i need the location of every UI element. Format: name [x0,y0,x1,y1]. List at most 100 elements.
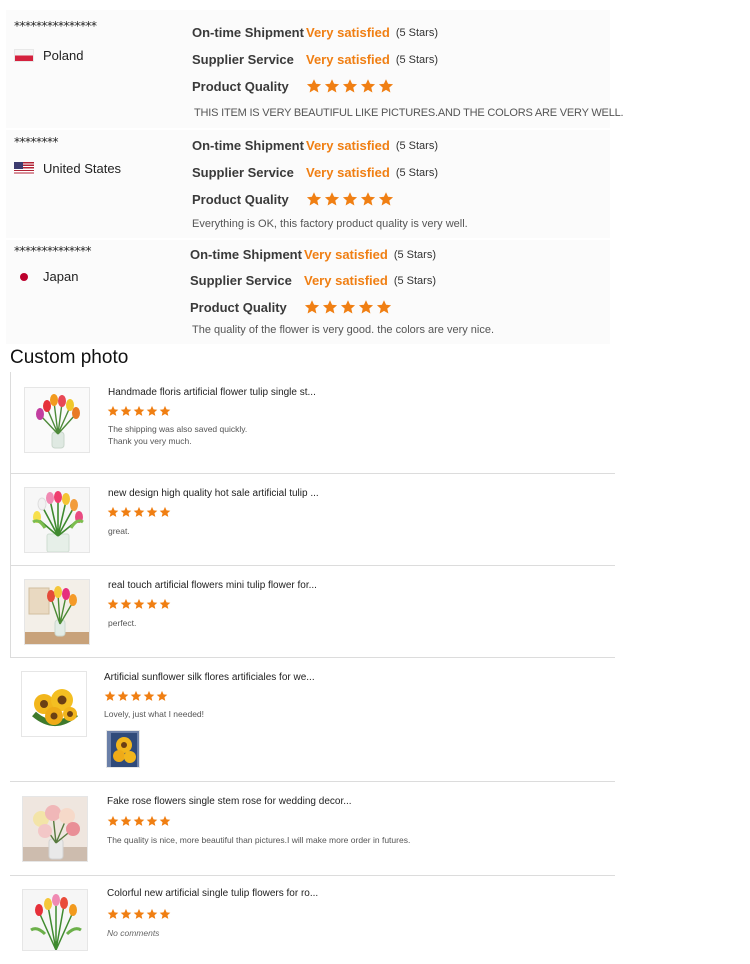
star-icon [378,78,394,94]
service-label: Supplier Service [190,273,292,288]
star-icon [117,690,129,702]
product-thumbnail[interactable] [24,487,90,553]
star-icon [133,815,145,827]
star-icon [107,506,119,518]
quality-rating-row: Product Quality [190,299,392,315]
reviewer-masked-name: ************** [14,244,92,258]
usa-flag-icon [14,162,34,175]
star-icon [120,815,132,827]
review-comment: Lovely, just what I needed! [104,709,205,719]
photo-review-item[interactable]: new design high quality hot sale artific… [10,474,615,566]
star-icon [342,78,358,94]
star-icon [146,598,158,610]
star-icon [130,690,142,702]
star-icon [133,506,145,518]
review-comment: Everything is OK, this factory product q… [192,218,468,230]
service-value: Very satisfied [306,52,390,67]
quality-rating-row: Product Quality [192,78,394,94]
star-icon [159,908,171,920]
star-icon [107,598,119,610]
shipment-value: Very satisfied [306,25,390,40]
review-card: *************** Poland On-time Shipment … [6,10,624,128]
star-icon [358,299,374,315]
review-comment: The quality of the flower is very good. … [192,324,495,336]
section-title: Custom photo [10,347,129,368]
review-stars [107,405,171,417]
service-rating-row: Supplier Service Very satisfied (5 Stars… [190,273,436,288]
shipment-rating-row: On-time Shipment Very satisfied (5 Stars… [192,138,438,153]
quality-stars [306,78,394,94]
star-icon [159,598,171,610]
photo-review-item[interactable]: Fake rose flowers single stem rose for w… [10,782,615,876]
product-title[interactable]: Fake rose flowers single stem rose for w… [107,796,352,807]
review-card: ******** United States On-time Shipment … [6,130,610,238]
shipment-note: (5 Stars) [393,248,437,261]
review-comment: THIS ITEM IS VERY BEAUTIFUL LIKE PICTURE… [194,107,624,119]
star-icon [146,405,158,417]
photo-review-item[interactable]: real touch artificial flowers mini tulip… [10,566,615,658]
product-title[interactable]: Handmade floris artificial flower tulip … [108,387,316,398]
photo-review-item[interactable]: Handmade floris artificial flower tulip … [10,372,615,474]
shipment-value: Very satisfied [306,138,390,153]
review-card: ************** Japan On-time Shipment Ve… [6,240,610,344]
star-icon [120,405,132,417]
photo-review-item[interactable]: Artificial sunflower silk flores artific… [10,658,615,782]
star-icon [360,191,376,207]
quality-stars [306,191,394,207]
service-value: Very satisfied [304,273,388,288]
quality-stars [304,299,392,315]
country-name: Japan [43,269,79,284]
review-stars [107,506,171,518]
service-rating-row: Supplier Service Very satisfied (5 Stars… [192,52,438,67]
star-icon [104,690,116,702]
star-icon [120,506,132,518]
quality-rating-row: Product Quality [192,191,394,207]
review-comment: The quality is nice, more beautiful than… [107,835,411,845]
reviewer-masked-name: *************** [14,19,97,33]
service-rating-row: Supplier Service Very satisfied (5 Stars… [192,165,438,180]
product-title[interactable]: Colorful new artificial single tulip flo… [107,888,318,899]
star-icon [159,506,171,518]
review-photo[interactable] [106,730,140,768]
reviewer-country: Japan [14,269,78,284]
product-thumbnail[interactable] [22,796,88,862]
quality-label: Product Quality [190,299,287,315]
quality-label: Product Quality [192,78,289,94]
product-thumbnail[interactable] [24,579,90,645]
service-note: (5 Stars) [395,53,439,66]
star-icon [342,191,358,207]
star-icon [143,690,155,702]
star-icon [146,908,158,920]
review-comment: great. [108,526,130,536]
product-title[interactable]: real touch artificial flowers mini tulip… [108,580,317,591]
photo-review-item[interactable]: Colorful new artificial single tulip flo… [10,876,615,964]
shipment-rating-row: On-time Shipment Very satisfied (5 Stars… [190,247,436,262]
star-icon [378,191,394,207]
japan-flag-icon [14,270,34,283]
product-thumbnail[interactable] [22,889,88,951]
country-name: Poland [43,48,84,63]
review-stars [107,598,171,610]
shipment-label: On-time Shipment [192,25,304,40]
product-title[interactable]: Artificial sunflower silk flores artific… [104,672,315,683]
product-thumbnail[interactable] [21,671,87,737]
review-comment: The shipping was also saved quickly. Tha… [108,424,248,446]
star-icon [146,815,158,827]
shipment-note: (5 Stars) [395,139,439,152]
star-icon [107,908,119,920]
shipment-label: On-time Shipment [190,247,302,262]
quality-label: Product Quality [192,191,289,207]
star-icon [146,506,158,518]
poland-flag-icon [14,49,34,62]
star-icon [304,299,320,315]
reviewer-masked-name: ******** [14,135,59,149]
product-thumbnail[interactable] [24,387,90,453]
reviewer-country: United States [14,161,121,176]
star-icon [107,815,119,827]
star-icon [120,908,132,920]
service-note: (5 Stars) [395,166,439,179]
star-icon [133,405,145,417]
product-title[interactable]: new design high quality hot sale artific… [108,488,319,499]
star-icon [324,78,340,94]
star-icon [340,299,356,315]
